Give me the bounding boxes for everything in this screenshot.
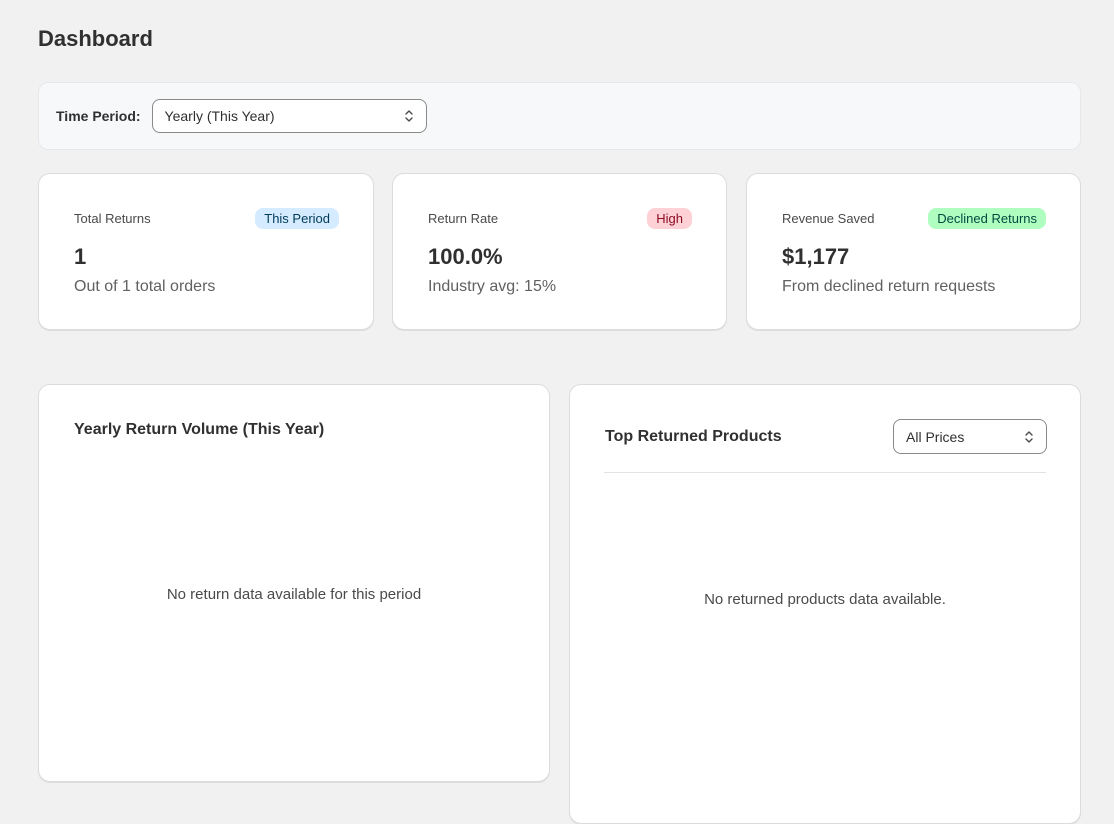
stat-card-total-returns: Total Returns This Period 1 Out of 1 tot…: [38, 173, 374, 330]
status-badge: This Period: [255, 208, 339, 229]
price-filter-select[interactable]: All Prices: [893, 419, 1047, 454]
stat-value: $1,177: [782, 244, 850, 269]
stat-subtext: Industry avg: 15%: [428, 278, 557, 295]
chevron-up-down-icon: [1025, 430, 1033, 443]
return-volume-panel: Yearly Return Volume (This Year) No retu…: [38, 384, 550, 782]
stat-label: Revenue Saved: [782, 211, 875, 226]
stat-subtext: Out of 1 total orders: [74, 278, 216, 295]
top-returned-products-panel: Top Returned Products All Prices No retu…: [569, 384, 1081, 824]
panel-title: Top Returned Products: [605, 428, 782, 445]
stat-subtext: From declined return requests: [782, 278, 996, 295]
price-filter-select-value: All Prices: [906, 428, 965, 445]
empty-state-message: No returned products data available.: [704, 591, 946, 608]
panel-title: Yearly Return Volume (This Year): [74, 421, 325, 438]
page-title: Dashboard: [38, 26, 153, 51]
chevron-up-down-icon: [404, 110, 413, 122]
status-badge: High: [647, 208, 692, 229]
empty-state-message: No return data available for this period: [166, 586, 422, 603]
stat-value: 1: [74, 244, 87, 269]
time-period-select-value: Yearly (This Year): [164, 108, 275, 124]
time-period-label: Time Period:: [56, 108, 141, 124]
stat-label: Total Returns: [74, 211, 151, 226]
time-period-select[interactable]: Yearly (This Year): [151, 99, 427, 133]
filter-bar: Time Period: Yearly (This Year): [38, 82, 1081, 150]
stat-value: 100.0%: [428, 244, 503, 269]
stat-card-return-rate: Return Rate High 100.0% Industry avg: 15…: [392, 173, 727, 330]
stat-label: Return Rate: [428, 211, 499, 226]
stat-card-revenue-saved: Revenue Saved Declined Returns $1,177 Fr…: [746, 173, 1081, 330]
divider: [604, 472, 1046, 473]
status-badge: Declined Returns: [928, 208, 1046, 229]
